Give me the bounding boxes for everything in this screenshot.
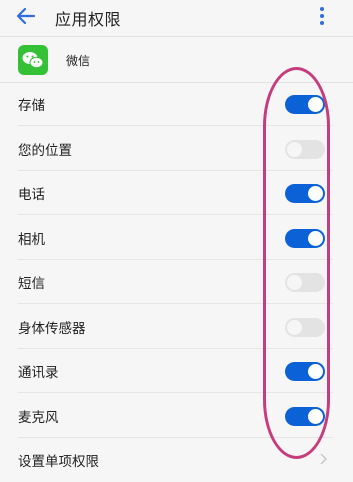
app-name: 微信: [66, 54, 91, 68]
chevron-right-icon: [320, 453, 328, 465]
permission-row[interactable]: 通讯录: [0, 349, 353, 393]
permission-row[interactable]: 麦克风: [0, 394, 353, 438]
permission-toggle[interactable]: [285, 95, 325, 114]
permission-toggle[interactable]: [285, 362, 325, 381]
permission-toggle[interactable]: [285, 273, 325, 292]
toggle-knob: [287, 275, 302, 290]
permission-toggle[interactable]: [285, 406, 325, 426]
set-individual-permissions-label: 设置单项权限: [18, 454, 99, 470]
header-divider: [0, 36, 353, 37]
top-bar: 应用权限: [0, 0, 353, 34]
arrow-left-icon[interactable]: [14, 4, 40, 28]
permission-row[interactable]: 您的位置: [0, 127, 353, 171]
permission-toggle[interactable]: [285, 139, 325, 159]
permission-row[interactable]: 相机: [0, 216, 353, 260]
permission-label: 相机: [18, 231, 45, 248]
toggle-knob: [308, 230, 323, 246]
page-title: 应用权限: [55, 10, 122, 29]
permission-label: 麦克风: [18, 409, 59, 426]
toggle-knob: [308, 408, 323, 424]
permission-label: 身体传感器: [18, 320, 86, 337]
toggle-knob: [287, 141, 302, 157]
wechat-icon: [18, 45, 48, 75]
permission-toggle[interactable]: [285, 184, 325, 203]
toggle-knob: [308, 186, 323, 201]
permission-label: 存储: [18, 98, 45, 114]
toggle-knob: [287, 319, 302, 335]
permission-label: 通讯录: [18, 365, 59, 381]
permission-toggle[interactable]: [285, 228, 325, 248]
permission-toggle[interactable]: [285, 317, 325, 337]
permission-row[interactable]: 电话: [0, 171, 353, 215]
permission-label: 短信: [18, 276, 45, 292]
toggle-knob: [308, 364, 323, 379]
app-info-row: 微信: [0, 38, 353, 82]
permission-row[interactable]: 身体传感器: [0, 305, 353, 349]
toggle-knob: [308, 97, 323, 112]
set-individual-permissions-item[interactable]: 设置单项权限: [0, 438, 353, 482]
permission-row[interactable]: 存储: [0, 82, 353, 126]
more-vertical-icon[interactable]: [316, 4, 328, 28]
permission-row[interactable]: 短信: [0, 260, 353, 304]
permission-label: 您的位置: [18, 142, 72, 159]
permission-label: 电话: [18, 187, 45, 203]
